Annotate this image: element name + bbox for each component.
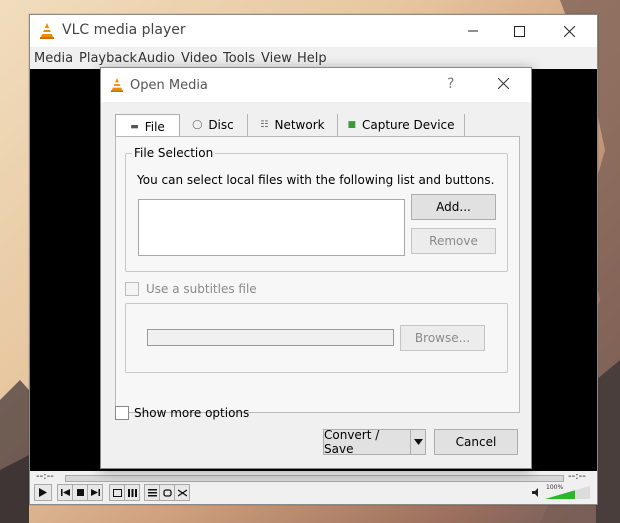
elapsed-time: --:-- bbox=[36, 471, 54, 482]
volume-slider[interactable] bbox=[545, 486, 590, 499]
dialog-close-button[interactable] bbox=[497, 74, 510, 93]
playlist-button[interactable] bbox=[144, 484, 160, 501]
help-button[interactable]: ? bbox=[447, 76, 454, 92]
tab-network-label: Network bbox=[274, 118, 325, 132]
previous-button[interactable] bbox=[57, 484, 73, 501]
file-tab-panel: File Selection You can select local file… bbox=[115, 136, 520, 413]
playback-controls: --:-- --:-- 100% bbox=[30, 471, 597, 504]
tab-capture-device-label: Capture Device bbox=[361, 118, 455, 132]
menu-media[interactable]: Media bbox=[34, 51, 73, 66]
previous-icon bbox=[60, 489, 70, 496]
file-list[interactable] bbox=[138, 199, 405, 256]
app-title: VLC media player bbox=[62, 22, 186, 38]
shuffle-icon bbox=[177, 488, 187, 497]
stop-button[interactable] bbox=[72, 484, 88, 501]
dialog-title-bar: Open Media ? bbox=[101, 68, 531, 102]
subtitles-group: Browse... bbox=[125, 303, 508, 373]
use-subtitles-checkbox[interactable] bbox=[125, 282, 139, 296]
vlc-cone-icon bbox=[110, 78, 124, 92]
file-selection-title: File Selection bbox=[132, 146, 216, 160]
menu-playback[interactable]: Playback bbox=[79, 51, 137, 66]
extended-settings-button[interactable] bbox=[124, 484, 140, 501]
playlist-icon bbox=[147, 488, 157, 496]
maximize-button[interactable] bbox=[496, 15, 542, 47]
seek-slider[interactable] bbox=[65, 475, 564, 482]
disc-icon: ◯ bbox=[192, 120, 203, 130]
show-more-options-checkbox[interactable] bbox=[115, 406, 129, 420]
fullscreen-button[interactable] bbox=[109, 484, 125, 501]
fullscreen-icon bbox=[112, 488, 122, 497]
convert-save-button[interactable]: Convert / Save bbox=[323, 428, 412, 456]
speaker-icon[interactable] bbox=[532, 488, 541, 497]
loop-icon bbox=[162, 488, 172, 497]
shuffle-button[interactable] bbox=[174, 484, 190, 501]
vlc-cone-icon bbox=[40, 23, 54, 39]
tab-capture-device[interactable]: ■ Capture Device bbox=[338, 114, 465, 136]
dialog-title: Open Media bbox=[130, 78, 208, 93]
minimize-icon bbox=[468, 30, 478, 32]
menu-help[interactable]: Help bbox=[297, 51, 327, 66]
close-icon bbox=[497, 77, 510, 90]
show-more-options-label: Show more options bbox=[134, 406, 250, 420]
menu-video[interactable]: Video bbox=[181, 51, 217, 66]
chevron-down-icon bbox=[413, 439, 423, 445]
use-subtitles-label: Use a subtitles file bbox=[146, 282, 257, 296]
equalizer-icon bbox=[127, 488, 137, 497]
menu-audio[interactable]: Audio bbox=[138, 51, 175, 66]
file-selection-description: You can select local files with the foll… bbox=[137, 173, 495, 187]
convert-save-dropdown[interactable] bbox=[410, 429, 426, 455]
total-time: --:-- bbox=[568, 471, 586, 482]
file-selection-group: File Selection You can select local file… bbox=[125, 146, 508, 272]
play-icon bbox=[39, 488, 47, 497]
open-media-dialog: Open Media ? ▬ File ◯ Disc ☷ Network ■ C… bbox=[100, 67, 532, 469]
maximize-icon bbox=[513, 25, 525, 37]
close-button[interactable] bbox=[546, 15, 592, 47]
close-icon bbox=[563, 25, 575, 37]
remove-button[interactable]: Remove bbox=[411, 228, 496, 254]
title-bar: VLC media player bbox=[30, 15, 597, 47]
tab-disc-label: Disc bbox=[208, 118, 234, 132]
stop-icon bbox=[76, 489, 84, 496]
tab-network[interactable]: ☷ Network bbox=[248, 114, 338, 136]
tab-file[interactable]: ▬ File bbox=[115, 114, 180, 138]
network-icon: ☷ bbox=[260, 120, 269, 130]
cancel-button[interactable]: Cancel bbox=[434, 429, 518, 455]
subtitles-file-input[interactable] bbox=[147, 329, 394, 346]
tab-disc[interactable]: ◯ Disc bbox=[179, 114, 248, 136]
play-button[interactable] bbox=[34, 484, 52, 501]
add-button[interactable]: Add... bbox=[411, 194, 496, 220]
tab-file-label: File bbox=[144, 119, 165, 134]
folder-icon: ▬ bbox=[130, 121, 139, 132]
menu-tools[interactable]: Tools bbox=[223, 51, 255, 66]
capture-device-icon: ■ bbox=[347, 120, 356, 130]
minimize-button[interactable] bbox=[450, 15, 496, 47]
menu-bar: Media Playback Audio Video Tools View He… bbox=[30, 47, 597, 69]
next-icon bbox=[90, 489, 100, 496]
menu-view[interactable]: View bbox=[261, 51, 292, 66]
loop-button[interactable] bbox=[159, 484, 175, 501]
next-button[interactable] bbox=[87, 484, 103, 501]
browse-button[interactable]: Browse... bbox=[400, 325, 485, 351]
